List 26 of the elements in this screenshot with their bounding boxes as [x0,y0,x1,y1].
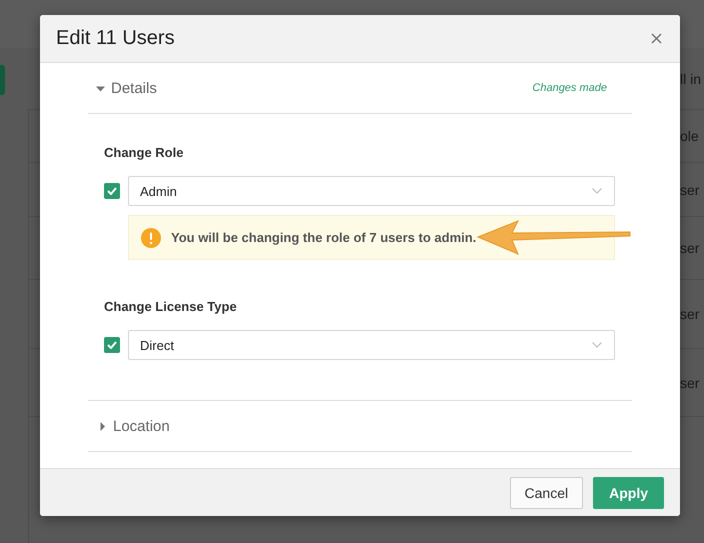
role-dropdown[interactable]: Admin [128,176,615,206]
license-dropdown[interactable]: Direct [128,330,615,360]
check-icon [107,187,117,195]
cancel-button[interactable]: Cancel [510,476,584,508]
field-label: Change License Type [104,300,238,314]
checkbox[interactable] [104,183,120,199]
warning-icon [141,228,161,248]
section-toggle[interactable]: Location [96,418,170,434]
table-cell: ser [680,374,700,390]
close-icon[interactable] [651,33,662,44]
warning-text: You will be changing the role of 7 users to admin. [171,230,476,245]
table-cell: ser [680,240,700,256]
table-cell: ll in [680,70,702,86]
caret-right-icon [98,422,107,430]
caret-down-icon [96,84,105,92]
chevron-down-icon [592,188,602,194]
table-cell: ser [680,182,700,198]
dialog-title: Edit 11 Users [56,27,175,50]
check-icon [107,341,117,349]
chevron-down-icon [592,342,602,348]
status-text: Changes made [532,82,607,94]
section-toggle[interactable]: Details [96,80,157,96]
field-label: Change Role [104,146,184,160]
table-cell: ole [680,128,699,144]
checkbox[interactable] [104,337,120,353]
table-cell: ser [680,306,700,322]
